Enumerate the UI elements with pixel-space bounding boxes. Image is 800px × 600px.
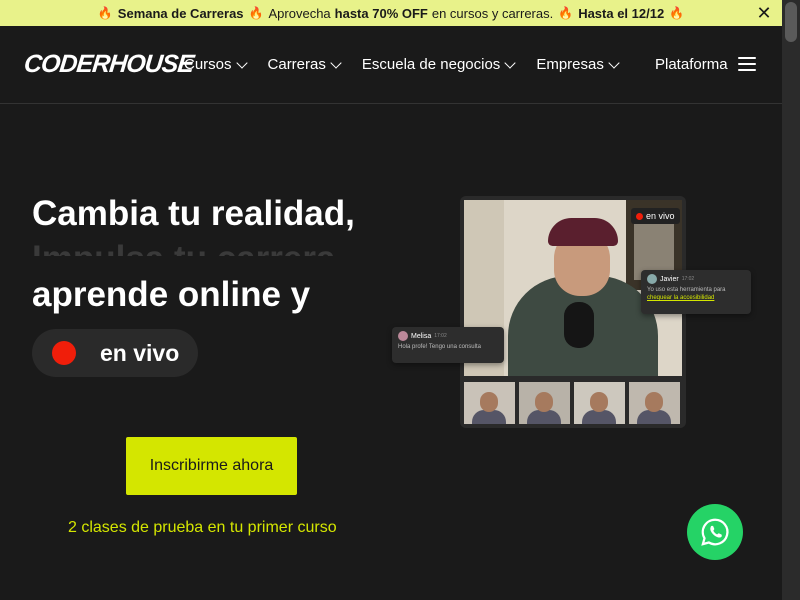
avatar — [647, 274, 657, 284]
nav-label: Cursos — [184, 56, 232, 73]
whatsapp-icon[interactable] — [687, 504, 743, 560]
hero-headline-rotating: Impulsa tu carrera — [32, 240, 335, 256]
hero-headline-2: aprende online y — [32, 275, 311, 314]
main-nav: Cursos Carreras Escuela de negocios Empr… — [184, 56, 620, 73]
promo-discount: hasta 70% OFF — [334, 5, 428, 21]
hero-headline: Cambia tu realidad, — [32, 194, 355, 233]
avatar — [398, 331, 408, 341]
live-pill: en vivo — [32, 329, 198, 377]
fire-icon: 🔥 — [97, 6, 113, 20]
live-badge: en vivo — [631, 208, 680, 224]
participant-thumb — [519, 382, 570, 424]
promo-title: Semana de Carreras — [117, 5, 244, 21]
promo-banner: 🔥 Semana de Carreras 🔥 Aprovecha hasta 7… — [0, 0, 782, 26]
nav-label: Empresas — [536, 56, 604, 73]
trial-note: 2 clases de prueba en tu primer curso — [68, 519, 337, 536]
promo-text-2: en cursos y carreras. — [431, 5, 554, 21]
nav-item-carreras[interactable]: Carreras — [267, 56, 342, 73]
participant-thumb — [574, 382, 625, 424]
site-header: CODERHOUSE Cursos Carreras Escuela de ne… — [0, 26, 782, 104]
hamburger-icon[interactable] — [738, 57, 756, 71]
chevron-down-icon — [330, 56, 342, 69]
plataforma-link[interactable]: Plataforma — [655, 56, 728, 73]
participant-thumbnails — [464, 382, 680, 424]
chevron-down-icon — [608, 56, 620, 69]
scrollbar[interactable] — [782, 0, 800, 600]
participant-thumb — [464, 382, 515, 424]
chevron-down-icon — [504, 56, 516, 69]
microphone-icon — [564, 302, 594, 348]
chat-bubble-javier: Javier 17:02 Yo uso esta herramienta para… — [641, 270, 751, 314]
logo[interactable]: CODERHOUSE — [22, 50, 195, 79]
participant-thumb — [629, 382, 680, 424]
fire-icon: 🔥 — [248, 6, 264, 20]
chat-bubble-melisa: Melisa 17:02 Hola profe! Tengo una consul… — [392, 327, 504, 363]
fire-icon: 🔥 — [669, 6, 685, 20]
record-dot-icon — [636, 212, 643, 220]
live-label: en vivo — [100, 339, 180, 366]
promo-deadline: Hasta el 12/12 — [578, 5, 665, 21]
promo-text: Aprovecha — [268, 5, 331, 21]
enroll-button[interactable]: Inscribirme ahora — [126, 437, 297, 495]
close-icon[interactable]: ✕ — [754, 3, 774, 23]
chevron-down-icon — [235, 56, 248, 69]
scrollbar-thumb[interactable] — [785, 2, 797, 42]
nav-label: Escuela de negocios — [361, 56, 501, 73]
live-dot-icon — [52, 341, 76, 365]
nav-label: Carreras — [267, 56, 326, 73]
nav-item-escuela-negocios[interactable]: Escuela de negocios — [361, 56, 516, 73]
nav-item-cursos[interactable]: Cursos — [184, 56, 248, 73]
nav-item-empresas[interactable]: Empresas — [536, 56, 620, 73]
fire-icon: 🔥 — [558, 6, 574, 20]
